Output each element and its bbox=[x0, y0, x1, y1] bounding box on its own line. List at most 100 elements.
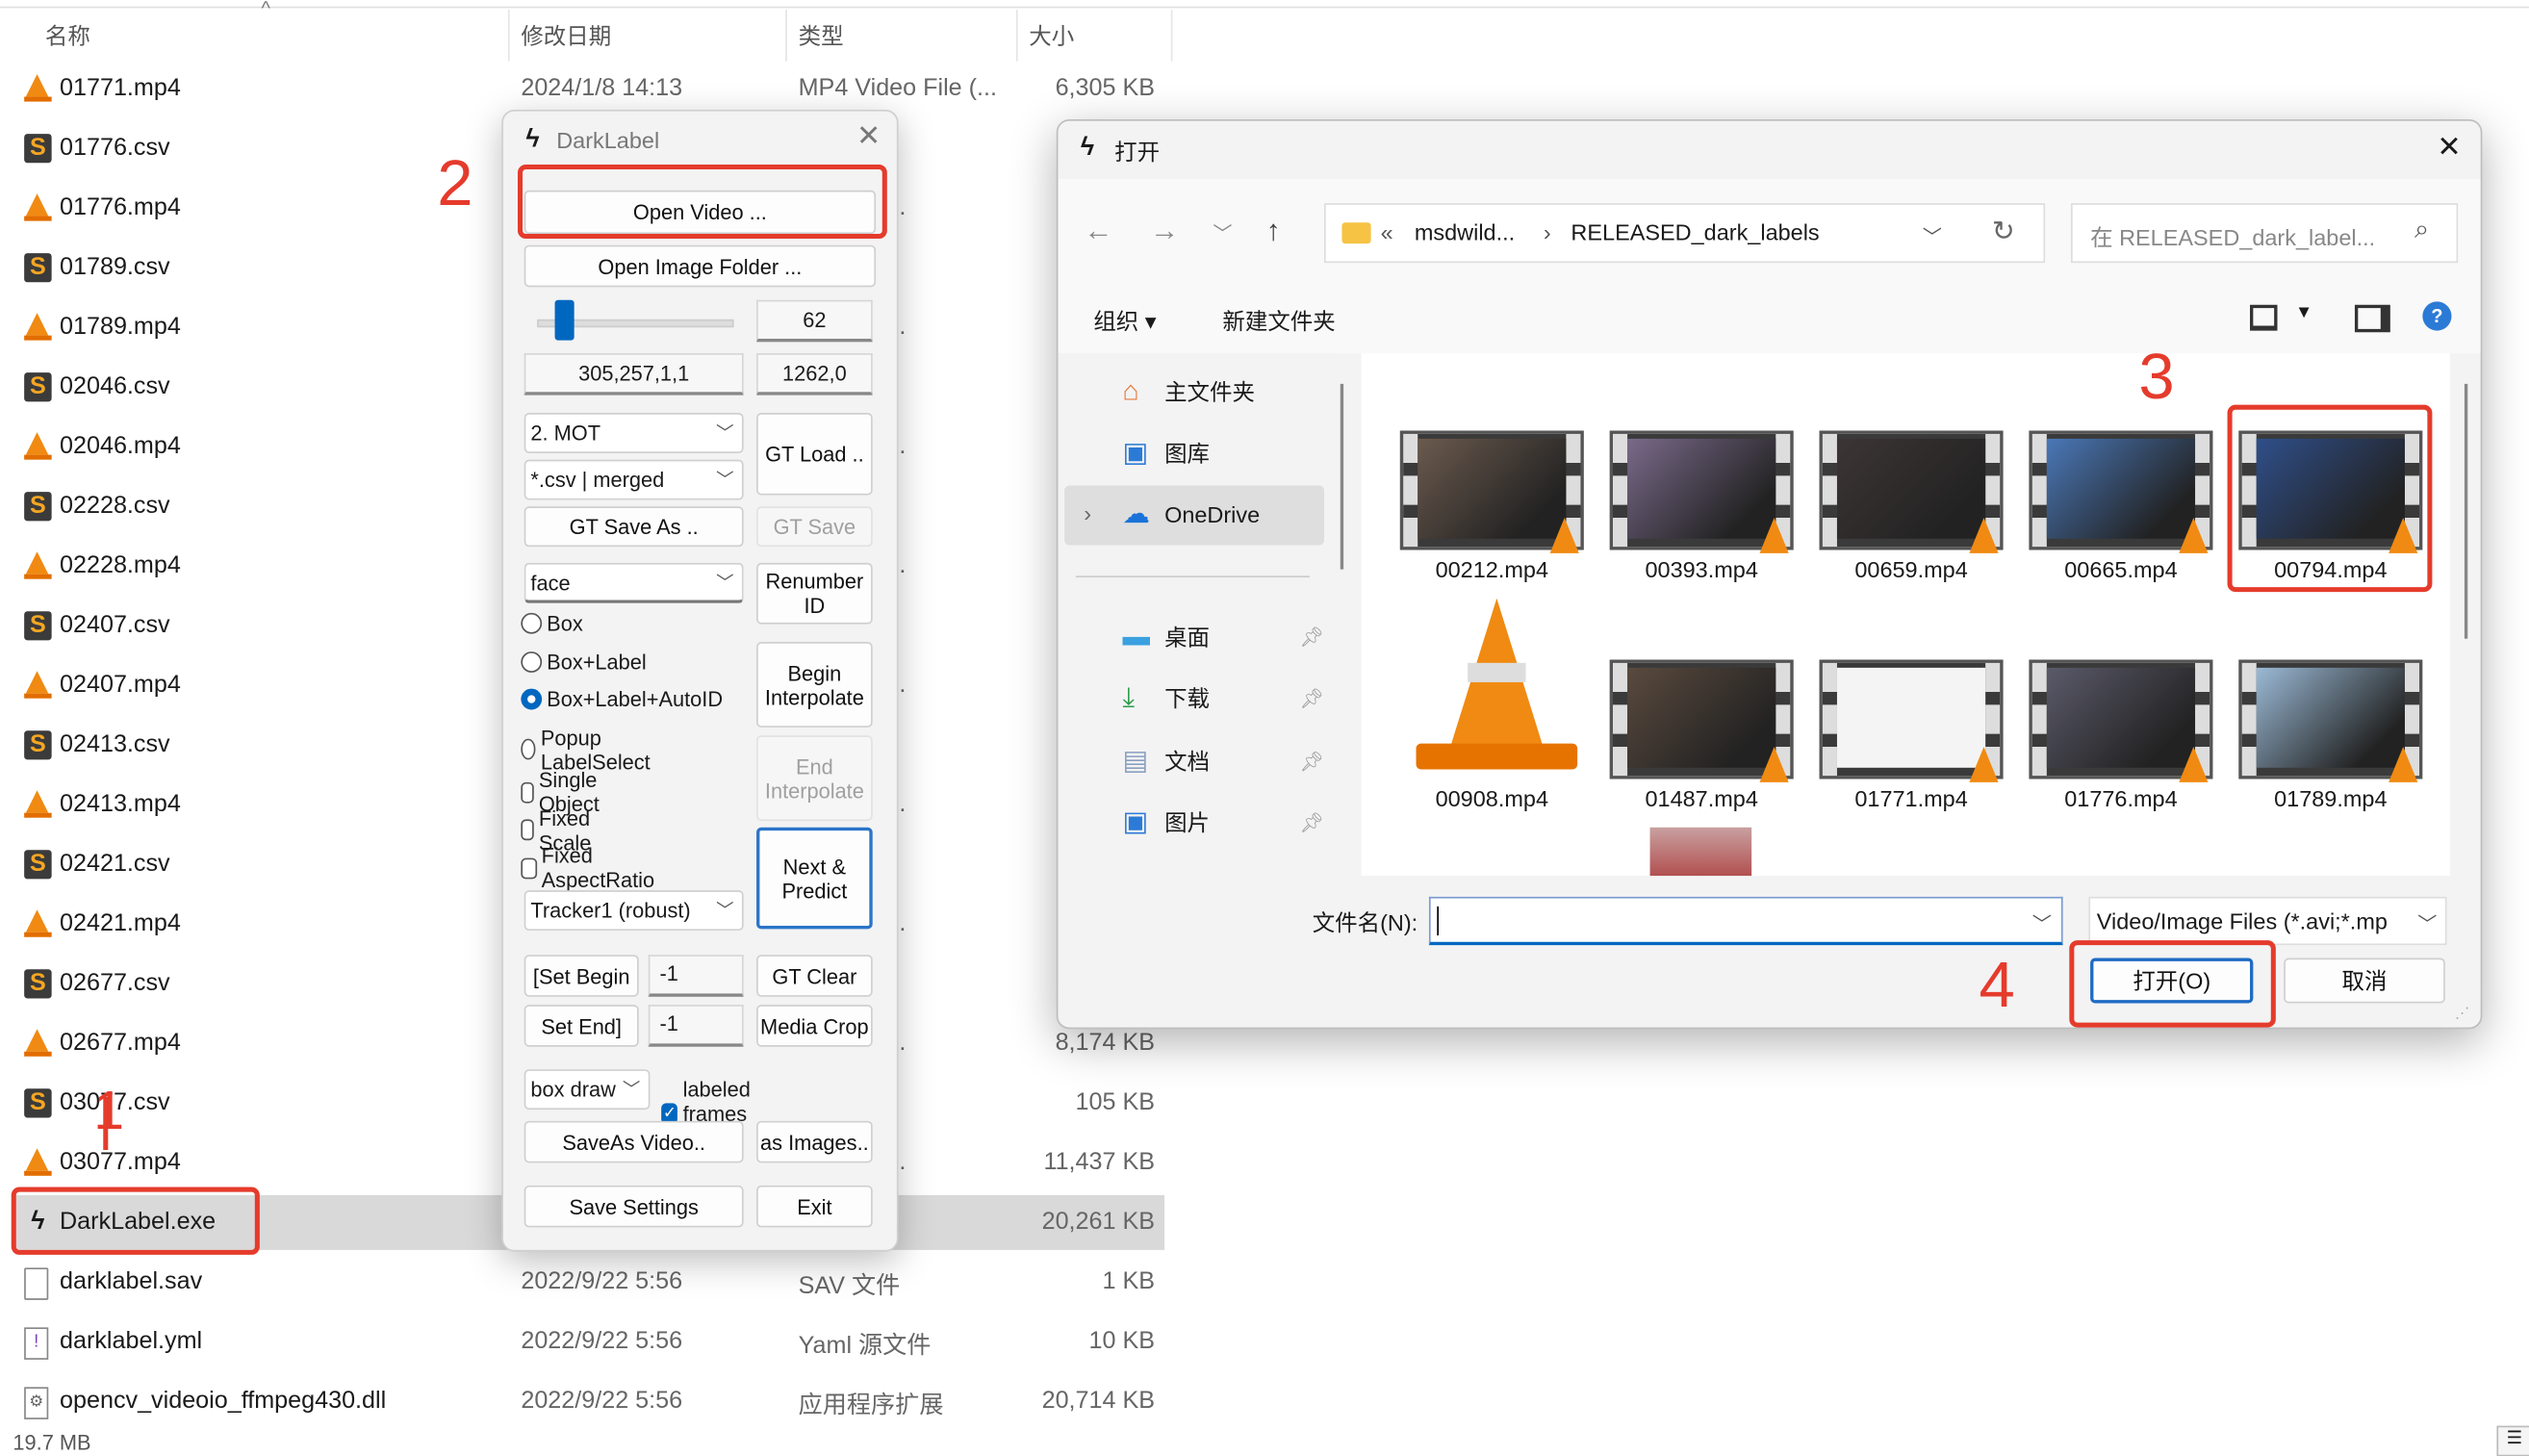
next-predict-button[interactable]: Next & Predict bbox=[756, 827, 873, 930]
expand-chevron-icon[interactable]: › bbox=[1084, 500, 1091, 526]
back-arrow-icon[interactable]: ← bbox=[1084, 215, 1112, 248]
gt-save-button[interactable]: GT Save bbox=[756, 506, 873, 548]
view-dropdown-icon[interactable]: ▼ bbox=[2295, 303, 2312, 322]
saveas-video-button[interactable]: SaveAs Video.. bbox=[524, 1120, 744, 1163]
help-icon[interactable]: ? bbox=[2422, 301, 2452, 331]
as-images-button[interactable]: as Images.. bbox=[756, 1120, 873, 1163]
nav-item[interactable]: ⌂ 主文件夹 bbox=[1122, 376, 1324, 409]
gt-save-as-button[interactable]: GT Save As .. bbox=[524, 506, 744, 548]
nav-item[interactable]: ▣ 图片 📌︎ bbox=[1122, 806, 1324, 839]
file-row[interactable]: ⚙ opencv_videoio_ffmpeg430.dll 2022/9/22… bbox=[13, 1374, 1164, 1429]
video-thumbnail[interactable] bbox=[1609, 659, 1794, 782]
label-dropdown[interactable]: face ﹀ bbox=[524, 562, 744, 603]
file-tile-label[interactable]: 01776.mp4 bbox=[2016, 785, 2226, 811]
breadcrumb-current[interactable]: RELEASED_dark_labels bbox=[1571, 219, 1819, 245]
nav-item[interactable]: ⤓ 下载 📌︎ bbox=[1122, 682, 1324, 715]
nav-item[interactable]: ▣ 图库 bbox=[1122, 437, 1324, 470]
video-thumbnail[interactable] bbox=[1819, 430, 2004, 553]
nav-item[interactable]: ☁ OneDrive bbox=[1122, 498, 1324, 531]
radio-button[interactable] bbox=[521, 651, 543, 673]
exit-button[interactable]: Exit bbox=[756, 1185, 873, 1228]
file-row[interactable]: ! darklabel.yml 2022/9/22 5:56 Yaml 源文件 … bbox=[13, 1315, 1164, 1369]
filename-input[interactable]: ﹀ bbox=[1428, 896, 2063, 946]
organize-menu[interactable]: 组织 ▾ bbox=[1093, 305, 1156, 338]
pin-icon[interactable]: 📌︎ bbox=[1299, 687, 1324, 709]
nav-item[interactable]: ▬ 桌面 📌︎ bbox=[1122, 621, 1324, 653]
refresh-icon[interactable]: ↻ bbox=[1992, 217, 2015, 249]
cancel-button[interactable]: 取消 bbox=[2284, 958, 2445, 1004]
file-tile-label[interactable]: 00908.mp4 bbox=[1387, 785, 1597, 811]
video-thumbnail[interactable] bbox=[1609, 430, 1794, 553]
video-thumbnail[interactable] bbox=[2238, 659, 2423, 782]
column-header-size[interactable]: 大小 bbox=[1029, 19, 1074, 52]
file-tile-label[interactable]: 00393.mp4 bbox=[1597, 556, 1806, 582]
checkbox[interactable] bbox=[521, 781, 534, 803]
grid-scrollbar[interactable] bbox=[2464, 383, 2468, 639]
file-tile-label[interactable]: 01771.mp4 bbox=[1806, 785, 2016, 811]
radio-button[interactable] bbox=[521, 688, 543, 710]
checkbox[interactable] bbox=[521, 856, 537, 879]
search-input[interactable]: 在 RELEASED_dark_label... ⌕ bbox=[2070, 203, 2459, 264]
nav-scrollbar[interactable] bbox=[1340, 383, 1344, 570]
close-icon[interactable]: ✕ bbox=[856, 119, 881, 153]
pin-icon[interactable]: 📌︎ bbox=[1299, 750, 1324, 772]
annotation-mode-radio[interactable]: Box bbox=[521, 611, 583, 635]
video-thumbnail[interactable] bbox=[1819, 659, 2004, 782]
chevron-down-icon[interactable]: ﹀ bbox=[1923, 222, 1942, 249]
thumbnail-partial[interactable] bbox=[1649, 827, 1752, 877]
frame-number-field[interactable]: 62 bbox=[756, 299, 873, 343]
renumber-id-button[interactable]: Renumber ID bbox=[756, 562, 873, 625]
column-header-date[interactable]: 修改日期 bbox=[521, 19, 611, 52]
end-frame-field[interactable]: -1 bbox=[648, 1005, 744, 1047]
frame-slider-thumb[interactable] bbox=[554, 299, 575, 341]
begin-frame-field[interactable]: -1 bbox=[648, 955, 744, 997]
video-thumbnail[interactable] bbox=[2029, 659, 2213, 782]
nav-item[interactable]: ▤ 文档 📌︎ bbox=[1122, 745, 1324, 778]
details-view-icon[interactable]: ☰ bbox=[2496, 1425, 2529, 1456]
format-dropdown[interactable]: 2. MOT ﹀ bbox=[524, 413, 744, 453]
tracker-dropdown[interactable]: Tracker1 (robust) ﹀ bbox=[524, 890, 744, 932]
checkbox[interactable] bbox=[521, 819, 534, 841]
breadcrumb-msdwild[interactable]: msdwild... bbox=[1415, 219, 1515, 245]
radio-button[interactable] bbox=[521, 612, 543, 634]
view-icon[interactable] bbox=[2250, 304, 2278, 331]
file-format-dropdown[interactable]: *.csv | merged ﹀ bbox=[524, 459, 744, 500]
file-tile-label[interactable]: 01487.mp4 bbox=[1597, 785, 1806, 811]
address-bar[interactable]: « msdwild... › RELEASED_dark_labels ﹀ ↻ bbox=[1323, 203, 2046, 264]
new-folder-button[interactable]: 新建文件夹 bbox=[1222, 305, 1335, 338]
vlc-icon[interactable] bbox=[1416, 598, 1578, 773]
forward-arrow-icon[interactable]: → bbox=[1150, 215, 1179, 248]
resize-grip-icon[interactable]: ⋰ bbox=[2455, 1005, 2469, 1022]
save-settings-button[interactable]: Save Settings bbox=[524, 1185, 744, 1228]
annotation-mode-radio[interactable]: Popup LabelSelect bbox=[521, 725, 656, 774]
up-arrow-icon[interactable]: ↑ bbox=[1266, 215, 1281, 248]
file-type-dropdown[interactable]: Video/Image Files (*.avi;*.mp ﹀ bbox=[2088, 896, 2447, 946]
annotation-mode-radio[interactable]: Box+Label bbox=[521, 650, 647, 674]
gt-clear-button[interactable]: GT Clear bbox=[756, 955, 873, 997]
file-row[interactable]: 01771.mp4 2024/1/8 14:13 MP4 Video File … bbox=[13, 62, 1164, 116]
option-checkbox[interactable]: Fixed AspectRatio bbox=[521, 844, 659, 892]
chevron-down-icon[interactable]: ﹀ bbox=[2032, 909, 2052, 936]
close-icon[interactable]: ✕ bbox=[2437, 131, 2461, 165]
open-image-folder-button[interactable]: Open Image Folder ... bbox=[524, 244, 877, 288]
end-interpolate-button[interactable]: End Interpolate bbox=[756, 735, 873, 822]
radio-button[interactable] bbox=[521, 738, 536, 760]
recent-locations-chevron-icon[interactable]: ﹀ bbox=[1213, 219, 1232, 246]
file-tile-label[interactable]: 00659.mp4 bbox=[1806, 556, 2016, 582]
column-header-name[interactable]: 名称 bbox=[45, 19, 90, 52]
media-crop-button[interactable]: Media Crop bbox=[756, 1005, 873, 1047]
pin-icon[interactable]: 📌︎ bbox=[1299, 811, 1324, 833]
file-tile-label[interactable]: 00212.mp4 bbox=[1387, 556, 1597, 582]
gt-load-button[interactable]: GT Load .. bbox=[756, 413, 873, 496]
preview-pane-icon[interactable] bbox=[2354, 304, 2390, 333]
annotation-mode-radio[interactable]: Box+Label+AutoID bbox=[521, 687, 723, 711]
file-row[interactable]: darklabel.sav 2022/9/22 5:56 SAV 文件 1 KB bbox=[13, 1255, 1164, 1310]
draw-mode-dropdown[interactable]: box draw ﹀ bbox=[524, 1069, 651, 1111]
video-thumbnail[interactable] bbox=[1399, 430, 1584, 553]
column-header-type[interactable]: 类型 bbox=[799, 19, 844, 52]
search-icon[interactable]: ⌕ bbox=[2414, 217, 2429, 245]
file-tile-label[interactable]: 00665.mp4 bbox=[2016, 556, 2226, 582]
set-begin-button[interactable]: [Set Begin bbox=[524, 955, 639, 997]
pin-icon[interactable]: 📌︎ bbox=[1299, 626, 1324, 648]
breadcrumb-overflow[interactable]: « bbox=[1381, 219, 1393, 245]
